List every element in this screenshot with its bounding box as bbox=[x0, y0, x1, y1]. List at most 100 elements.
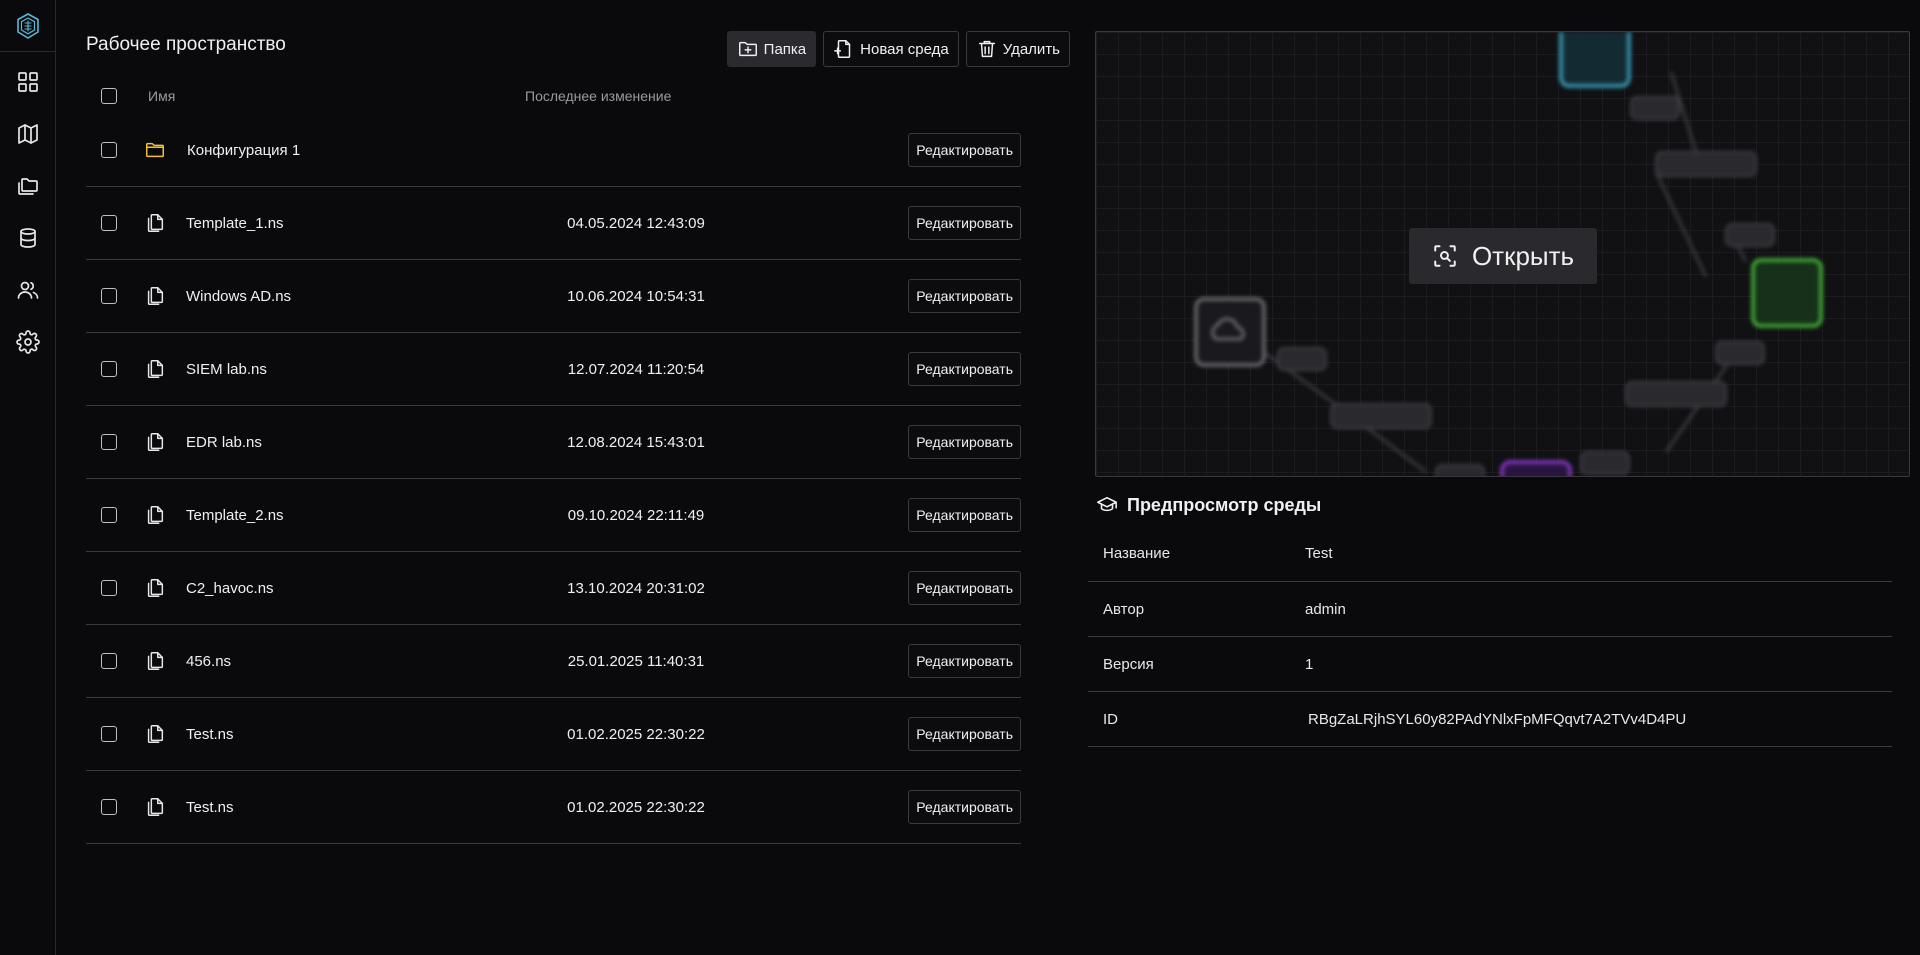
delete-button[interactable]: Удалить bbox=[965, 31, 1070, 67]
graph-edge bbox=[1654, 171, 1708, 278]
row-checkbox[interactable] bbox=[101, 580, 117, 596]
database-icon bbox=[19, 228, 36, 248]
row-type-icon bbox=[144, 649, 166, 673]
preview-title: Предпросмотр среды bbox=[1095, 494, 1321, 516]
file-copy-icon bbox=[147, 433, 164, 451]
graph-node-cloud bbox=[1194, 297, 1266, 367]
edit-button[interactable]: Редактировать bbox=[908, 352, 1021, 386]
edit-button[interactable]: Редактировать bbox=[908, 133, 1021, 167]
row-checkbox[interactable] bbox=[101, 215, 117, 231]
edit-button[interactable]: Редактировать bbox=[908, 206, 1021, 240]
folder-row[interactable]: Конфигурация 1 Редактировать bbox=[86, 114, 1021, 187]
new-environment-button[interactable]: Новая среда bbox=[823, 31, 959, 67]
table-row[interactable]: Test.ns 01.02.2025 22:30:22 Редактировать bbox=[86, 771, 1021, 844]
row-type-icon bbox=[144, 503, 166, 527]
info-key: ID bbox=[1103, 711, 1118, 728]
table-row[interactable]: Template_2.ns 09.10.2024 22:11:49 Редактир… bbox=[86, 479, 1021, 552]
table-row[interactable]: Windows AD.ns 10.06.2024 10:54:31 Редактир… bbox=[86, 260, 1021, 333]
file-table: Имя Последнее изменение Конфигурация 1 Ре… bbox=[86, 78, 1021, 844]
edit-button[interactable]: Редактировать bbox=[908, 790, 1021, 824]
sidebar-item-users[interactable] bbox=[8, 268, 48, 312]
new-environment-label: Новая среда bbox=[860, 40, 949, 58]
delete-label: Удалить bbox=[1002, 40, 1060, 58]
info-key: Автор bbox=[1103, 601, 1145, 618]
graduation-cap-icon bbox=[1097, 496, 1117, 512]
folder-icon bbox=[146, 142, 164, 158]
table-row[interactable]: Test.ns 01.02.2025 22:30:22 Редактировать bbox=[86, 698, 1021, 771]
edit-button[interactable]: Редактировать bbox=[908, 498, 1021, 532]
sidebar-item-map[interactable] bbox=[8, 112, 48, 156]
select-all-checkbox[interactable] bbox=[101, 88, 117, 104]
row-name: 456.ns bbox=[186, 652, 232, 670]
info-key: Название bbox=[1103, 545, 1171, 562]
table-row[interactable]: Template_1.ns 04.05.2024 12:43:09 Редактир… bbox=[86, 187, 1021, 260]
edit-button[interactable]: Редактировать bbox=[908, 279, 1021, 313]
app-logo[interactable] bbox=[0, 0, 55, 52]
preview-title-label: Предпросмотр среды bbox=[1127, 494, 1322, 515]
row-checkbox[interactable] bbox=[101, 653, 117, 669]
edit-button[interactable]: Редактировать bbox=[908, 644, 1021, 678]
file-copy-icon bbox=[147, 652, 164, 670]
column-name: Имя bbox=[148, 88, 176, 104]
edit-button[interactable]: Редактировать bbox=[908, 571, 1021, 605]
table-row[interactable]: C2_havoc.ns 13.10.2024 20:31:02 Редактиров… bbox=[86, 552, 1021, 625]
row-name: Конфигурация 1 bbox=[187, 141, 301, 159]
info-value: admin bbox=[1305, 601, 1346, 618]
sidebar-item-database[interactable] bbox=[8, 216, 48, 260]
preview-info-table: Название Test Автор admin Версия 1 ID RB… bbox=[1088, 527, 1892, 747]
row-type-icon bbox=[144, 284, 166, 308]
new-folder-button[interactable]: Папка bbox=[726, 31, 817, 67]
file-copy-icon bbox=[147, 506, 164, 524]
users-icon bbox=[17, 281, 38, 299]
gear-icon bbox=[15, 330, 40, 354]
sidebar-item-workspace[interactable] bbox=[8, 164, 48, 208]
row-modified: 04.05.2024 12:43:09 bbox=[567, 214, 705, 232]
sidebar bbox=[0, 0, 56, 955]
row-checkbox[interactable] bbox=[101, 726, 117, 742]
row-checkbox[interactable] bbox=[101, 434, 117, 450]
row-name: Test.ns bbox=[186, 725, 234, 743]
row-modified: 01.02.2025 22:30:22 bbox=[567, 725, 705, 743]
sidebar-item-dashboard[interactable] bbox=[8, 60, 48, 104]
row-type-icon bbox=[144, 722, 166, 746]
row-modified: 01.02.2025 22:30:22 bbox=[567, 798, 705, 816]
graph-node-green bbox=[1751, 258, 1823, 328]
row-type-icon bbox=[144, 211, 166, 235]
open-preview-button[interactable]: Открыть bbox=[1409, 228, 1597, 284]
open-preview-label: Открыть bbox=[1471, 240, 1575, 271]
table-body: Конфигурация 1 Редактировать Template_1.ns… bbox=[86, 114, 1021, 844]
file-copy-icon bbox=[147, 725, 164, 743]
row-name: Test.ns bbox=[186, 798, 234, 816]
folders-icon bbox=[17, 178, 38, 195]
edit-button[interactable]: Редактировать bbox=[908, 717, 1021, 751]
file-copy-icon bbox=[147, 798, 164, 816]
row-type-icon bbox=[144, 139, 166, 161]
table-row[interactable]: SIEM lab.ns 12.07.2024 11:20:54 Редактиров… bbox=[86, 333, 1021, 406]
info-row-version: Версия 1 bbox=[1088, 637, 1892, 692]
file-copy-icon bbox=[147, 287, 164, 305]
row-checkbox[interactable] bbox=[101, 361, 117, 377]
row-name: Template_2.ns bbox=[186, 506, 284, 524]
row-modified: 10.06.2024 10:54:31 bbox=[567, 287, 705, 305]
info-value: 1 bbox=[1305, 656, 1314, 673]
graph-node-cyan bbox=[1559, 32, 1631, 88]
table-row[interactable]: EDR lab.ns 12.08.2024 15:43:01 Редактирова… bbox=[86, 406, 1021, 479]
row-checkbox[interactable] bbox=[101, 142, 117, 158]
info-row-name: Название Test bbox=[1088, 527, 1892, 582]
dashboard-icon bbox=[17, 72, 38, 92]
file-copy-icon bbox=[147, 360, 164, 378]
row-name: SIEM lab.ns bbox=[186, 360, 267, 378]
graph-node-purple bbox=[1500, 460, 1572, 476]
table-header: Имя Последнее изменение bbox=[86, 78, 1021, 114]
row-checkbox[interactable] bbox=[101, 799, 117, 815]
row-checkbox[interactable] bbox=[101, 507, 117, 523]
info-row-id: ID RBgZaLRjhSYL60y82PAdYNlxFpMFQqvt7A2TV… bbox=[1088, 692, 1892, 747]
table-row[interactable]: 456.ns 25.01.2025 11:40:31 Редактировать bbox=[86, 625, 1021, 698]
file-copy-icon bbox=[147, 214, 164, 232]
row-checkbox[interactable] bbox=[101, 288, 117, 304]
row-type-icon bbox=[144, 430, 166, 454]
edit-button[interactable]: Редактировать bbox=[908, 425, 1021, 459]
trash-icon bbox=[978, 40, 995, 58]
sidebar-item-settings[interactable] bbox=[8, 320, 48, 364]
environment-preview-canvas[interactable]: Открыть bbox=[1095, 31, 1910, 477]
